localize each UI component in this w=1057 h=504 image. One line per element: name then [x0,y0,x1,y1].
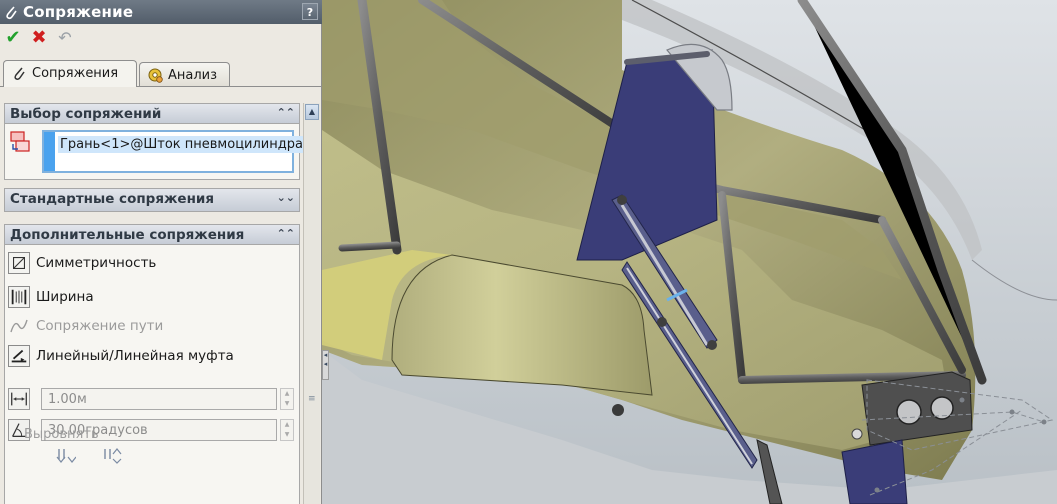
path-mate-option[interactable]: Сопряжение пути [8,315,293,341]
pivot-bolt [657,317,667,327]
advanced-mates-header[interactable]: Дополнительные сопряжения ⌃⌃ [5,225,299,245]
scroll-grip-icon[interactable]: ≡ [308,395,316,404]
entities-to-mate-icon [10,131,30,152]
advanced-mates-section: Дополнительные сопряжения ⌃⌃ Симметрично… [4,224,300,504]
property-manager-panel: Сопряжение ? ✔ ✖ ↶ Сопряжения Анализ Выб… [0,0,322,504]
mate-selections-section: Выбор сопряжений ⌃⌃ Грань<1>@Шток пневмо… [4,103,305,180]
path-mate-label: Сопряжение пути [36,318,164,334]
panel-scrollbar[interactable]: ▲ ≡ [303,103,320,504]
collapse-chevron-icon[interactable]: ⌃⌃ [277,226,295,242]
ok-check-icon[interactable]: ✔ [3,28,23,48]
selected-entity[interactable]: Грань<1>@Шток пневмоцилиндра [58,136,305,153]
analysis-gear-icon [148,68,163,83]
width-label: Ширина [36,289,94,305]
undo-icon[interactable]: ↶ [55,28,75,48]
angle-stepper[interactable]: ▲ ▼ [280,419,294,441]
panel-titlebar: Сопряжение ? [0,0,322,24]
distance-input[interactable]: 1.00м [41,388,277,410]
action-bar: ✔ ✖ ↶ [0,26,322,52]
expand-chevron-icon[interactable]: ⌄⌄ [277,190,295,206]
standard-mates-section: Стандартные сопряжения ⌄⌄ [4,188,300,212]
symmetric-icon [8,252,30,274]
symmetric-mate-option[interactable]: Симметричность [8,252,293,278]
paperclip-icon [14,67,25,80]
stepper-down-icon[interactable]: ▼ [281,399,293,409]
standard-mates-header[interactable]: Стандартные сопряжения ⌄⌄ [5,189,299,211]
tab-mates[interactable]: Сопряжения [3,60,137,87]
linear-coupler-mate-option[interactable]: Линейный/Линейная муфта [8,345,293,371]
cancel-x-icon[interactable]: ✖ [29,28,49,48]
pivot-bolt [617,195,627,205]
entities-selection-box[interactable]: Грань<1>@Шток пневмоцилиндра [42,130,305,173]
panel-content: Выбор сопряжений ⌃⌃ Грань<1>@Шток пневмо… [4,103,305,504]
stepper-down-icon[interactable]: ▼ [281,430,293,440]
stepper-up-icon[interactable]: ▲ [281,389,293,399]
align-label: Выровнять [24,427,99,442]
distance-icon [8,388,30,410]
graphics-viewport[interactable] [322,0,1057,504]
stepper-up-icon[interactable]: ▲ [281,420,293,430]
scroll-up-icon[interactable]: ▲ [305,104,319,120]
panel-title: Сопряжение [23,3,134,21]
tab-strip: Сопряжения Анализ [0,60,322,87]
help-button[interactable]: ? [302,3,318,20]
tab-mates-label: Сопряжения [32,66,119,81]
standard-mates-title: Стандартные сопряжения [10,191,215,207]
symmetric-label: Симметричность [36,255,157,271]
frame-tube [338,241,401,252]
advanced-mates-title: Дополнительные сопряжения [10,227,245,243]
mate-selections-title: Выбор сопряжений [10,106,162,122]
mate-selections-header[interactable]: Выбор сопряжений ⌃⌃ [5,104,299,124]
collapse-chevron-icon[interactable]: ⌃⌃ [277,105,295,121]
paperclip-icon [6,6,17,20]
pivot-bolt [707,340,717,350]
tab-analysis[interactable]: Анализ [139,62,230,86]
pivot-bolt [612,404,624,416]
tab-analysis-label: Анализ [168,68,218,83]
blue-lower-bracket [841,439,908,504]
width-mate-option[interactable]: Ширина [8,286,293,312]
distance-spinbox: 1.00м ▲ ▼ [8,387,294,413]
linear-coupler-label: Линейный/Линейная муфта [36,348,234,364]
cad-model-view[interactable] [322,0,1057,504]
path-mate-icon [10,319,28,333]
selection-focus-bar [44,132,55,171]
panel-splitter-handle[interactable]: ◂ ◂ [322,350,329,380]
distance-stepper[interactable]: ▲ ▼ [280,388,294,410]
width-icon [8,286,30,308]
linear-coupler-icon [8,345,30,367]
aligned-icon[interactable] [56,447,76,465]
anti-aligned-icon[interactable] [102,447,122,465]
